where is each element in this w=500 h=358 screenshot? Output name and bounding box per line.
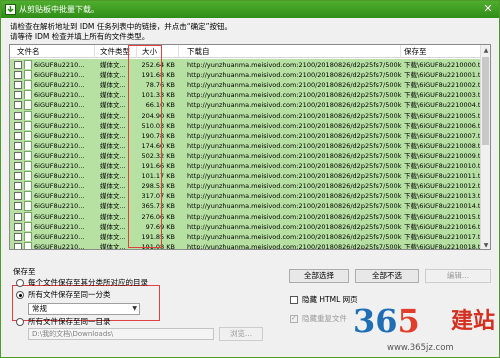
radio-separate-dirs[interactable] (16, 279, 24, 287)
site-watermark: 365 建站 www.365jz.com (353, 301, 499, 357)
radio-one-category-label[interactable]: 所有文件保存至同一分类 (28, 290, 111, 300)
table-row[interactable]: 6iGUF8u2210... 媒体文... 191.08 KB http://yunz… (10, 240, 482, 250)
hide-html-label[interactable]: 隐藏 HTML 网页 (302, 295, 358, 305)
idm-app-icon (5, 4, 16, 15)
row-checkbox[interactable] (14, 242, 22, 249)
radio-one-folder-label[interactable]: 所有文件保存至同一目录 (28, 317, 111, 327)
cell-url: http://yunzhuanma.meisivod.com:2100/2018… (187, 242, 402, 250)
folder-path-field[interactable]: D:\我的文档\Downloads\ (28, 328, 214, 340)
row-checkbox[interactable] (14, 192, 22, 201)
watermark-url: www.365jz.com (387, 343, 454, 353)
batch-download-dialog: 从剪贴板中批量下载。 ✕ 请检查在解析地址到 IDM 任务列表中的链接，并点击“… (0, 0, 500, 358)
watermark-brand: 建站 (451, 309, 496, 334)
file-list-rows: 6iGUF8u2210... 媒体文... 252.64 KB http://yunz… (10, 59, 482, 250)
row-checkbox[interactable] (14, 182, 22, 191)
instruction-line-1: 请检查在解析地址到 IDM 任务列表中的链接，并点击“确定”按钮。 (10, 22, 232, 31)
browse-button[interactable]: 浏览... (219, 327, 263, 341)
column-header-name[interactable]: 文件名 (17, 46, 40, 57)
file-list[interactable]: 文件名 文件类型 大小 下载自 保存至 6iGUF8u2210... 媒体文...… (9, 44, 491, 250)
row-checkbox[interactable] (14, 212, 22, 221)
title-bar[interactable]: 从剪贴板中批量下载。 ✕ (1, 1, 499, 18)
select-none-button[interactable]: 全部不选 (355, 269, 419, 283)
vertical-scrollbar[interactable]: ▲ ▼ (480, 45, 490, 249)
file-list-header: 文件名 文件类型 大小 下载自 保存至 (10, 45, 482, 58)
row-checkbox[interactable] (14, 71, 22, 80)
instruction-line-2: 请等待 IDM 检查并填上所有的文件类型。 (10, 32, 150, 41)
row-checkbox[interactable] (14, 101, 22, 110)
row-checkbox[interactable] (14, 141, 22, 150)
radio-one-folder[interactable] (16, 318, 24, 326)
hide-duplicates-checkbox[interactable] (290, 314, 298, 323)
radio-separate-dirs-label[interactable]: 每个文件保存至其分类所对应的目录 (28, 278, 148, 288)
category-select[interactable]: 常规 ▼ (28, 303, 140, 315)
row-checkbox[interactable] (14, 151, 22, 160)
watermark-logo: 365 (353, 302, 420, 340)
cell-save: 下载\6iGUF8u2210018.ts (404, 242, 482, 250)
row-checkbox[interactable] (14, 91, 22, 100)
hide-html-checkbox[interactable] (290, 296, 298, 304)
scroll-down-icon[interactable]: ▼ (482, 241, 490, 249)
row-checkbox[interactable] (14, 111, 22, 120)
row-checkbox[interactable] (14, 202, 22, 211)
column-header-url[interactable]: 下载自 (187, 46, 210, 57)
row-checkbox[interactable] (14, 81, 22, 90)
hide-duplicates-label[interactable]: 隐藏重复文件 (302, 314, 347, 324)
window-title: 从剪贴板中批量下载。 (19, 5, 99, 14)
row-checkbox[interactable] (14, 121, 22, 130)
row-checkbox[interactable] (14, 61, 22, 69)
cell-name: 6iGUF8u2210... (34, 242, 85, 250)
save-group-label: 保存至 (13, 267, 36, 276)
category-select-value: 常规 (32, 304, 47, 313)
scroll-up-icon[interactable]: ▲ (482, 46, 490, 55)
row-checkbox[interactable] (14, 222, 22, 231)
column-header-save[interactable]: 保存至 (404, 46, 427, 57)
radio-one-category[interactable] (16, 291, 24, 299)
size-column-highlight (128, 45, 162, 248)
row-checkbox[interactable] (14, 162, 22, 170)
edit-button[interactable]: 编辑... (425, 269, 491, 283)
video-file-icon (24, 241, 32, 249)
select-all-button[interactable]: 全部选择 (289, 269, 349, 283)
row-checkbox[interactable] (14, 131, 22, 140)
column-header-type[interactable]: 文件类型 (100, 46, 130, 57)
close-icon[interactable]: ✕ (480, 2, 496, 16)
row-checkbox[interactable] (14, 172, 22, 181)
scrollbar-thumb[interactable] (482, 57, 489, 145)
row-checkbox[interactable] (14, 232, 22, 241)
chevron-down-icon: ▼ (132, 305, 137, 312)
